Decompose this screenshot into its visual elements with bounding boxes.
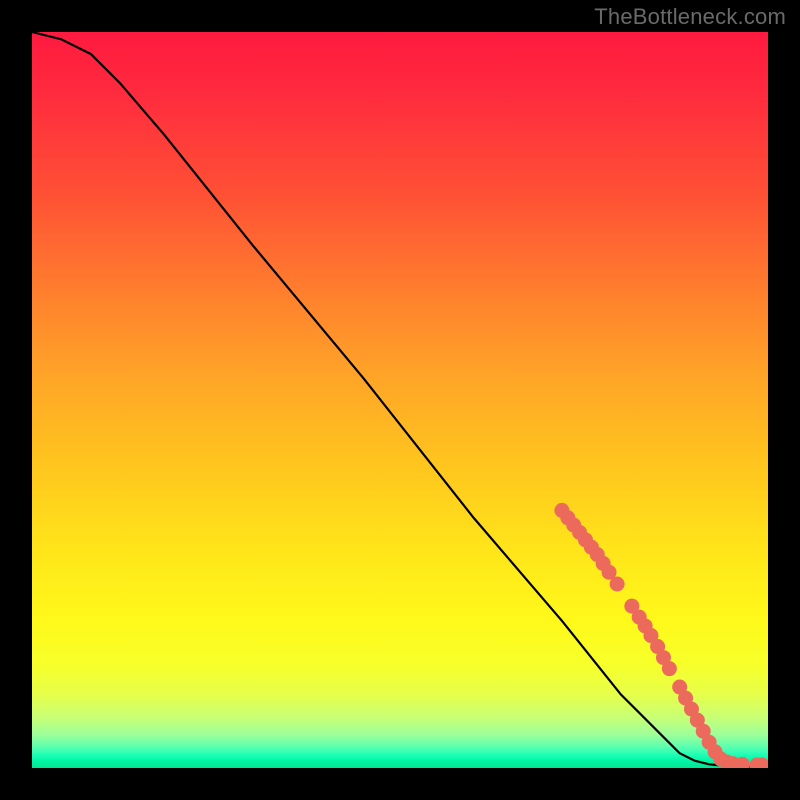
marker-group [554,503,768,768]
chart-svg [32,32,768,768]
plot-area [32,32,768,768]
marker-point [662,661,677,676]
chart-frame: TheBottleneck.com [0,0,800,800]
watermark-text: TheBottleneck.com [594,4,786,30]
marker-point [610,577,625,592]
